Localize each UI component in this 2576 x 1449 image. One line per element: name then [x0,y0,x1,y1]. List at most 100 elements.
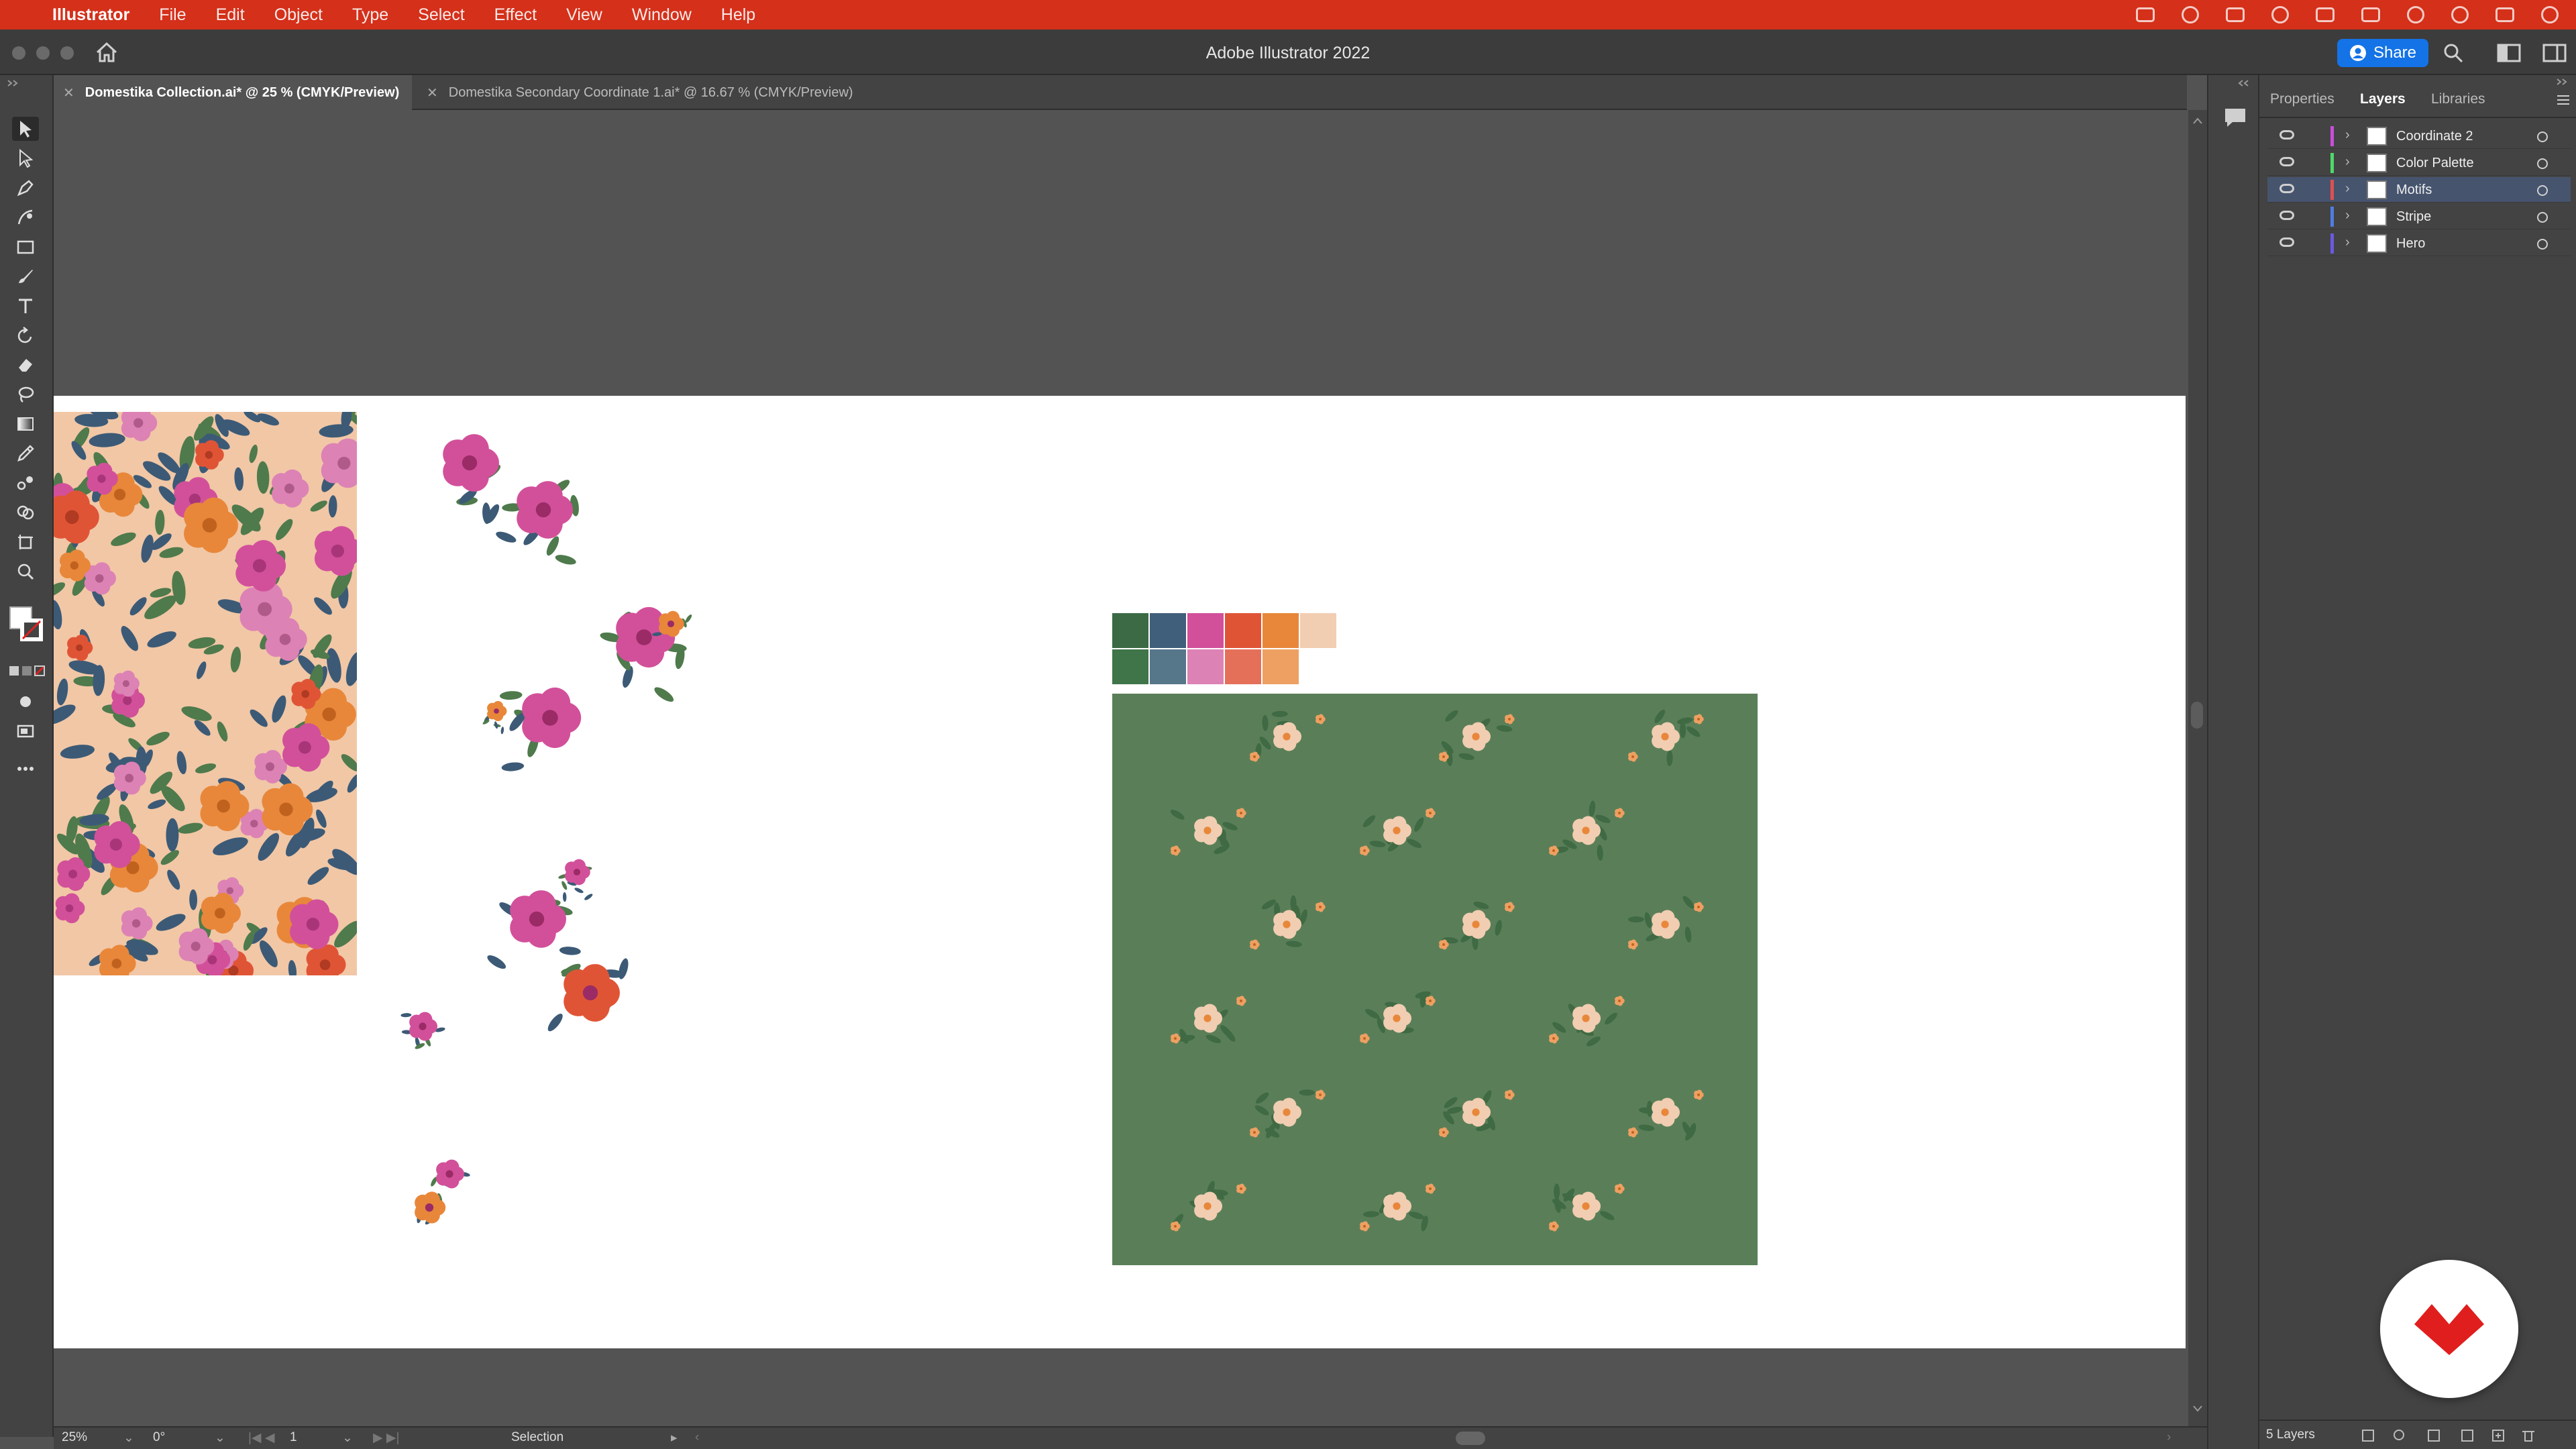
visibility-eye-icon[interactable] [2279,211,2294,220]
curvature-tool[interactable] [12,205,39,229]
color-mode-icons[interactable] [8,664,46,679]
shape-builder-tool[interactable] [12,500,39,525]
palette-swatch[interactable] [1187,649,1224,684]
menu-select[interactable]: Select [418,5,464,25]
visibility-eye-icon[interactable] [2279,130,2294,140]
scroll-right-icon[interactable]: › [2167,1430,2171,1445]
collapse-panel-icon[interactable] [2556,78,2569,86]
share-button[interactable]: Share [2337,39,2428,67]
palette-swatch[interactable] [1112,649,1148,684]
zoom-tool[interactable] [12,559,39,584]
palette-swatch[interactable] [1150,649,1186,684]
layer-target-icon[interactable] [2537,158,2548,169]
status-icon[interactable] [2271,6,2289,23]
lasso-tool[interactable] [12,382,39,407]
canvas[interactable] [54,110,2187,1426]
clock-icon[interactable] [2541,6,2559,23]
palette-swatch[interactable] [1187,613,1224,648]
artboard-tool[interactable] [12,530,39,554]
spotlight-icon[interactable] [2451,6,2469,23]
creative-cloud-icon[interactable] [2182,6,2199,23]
search-icon[interactable] [2442,42,2465,64]
collapse-icon[interactable] [7,79,20,87]
selection-tool[interactable] [12,117,39,141]
menu-window[interactable]: Window [632,5,692,25]
type-tool[interactable] [12,294,39,318]
palette-swatch[interactable] [1300,613,1336,648]
battery-icon[interactable] [2361,7,2380,22]
display-icon[interactable] [2226,7,2245,22]
scrollbar-thumb[interactable] [2191,702,2203,729]
wifi-icon[interactable] [2407,6,2424,23]
controller-icon[interactable] [2316,7,2334,22]
menu-help[interactable]: Help [721,5,755,25]
menu-type[interactable]: Type [352,5,388,25]
expand-chevron-icon[interactable]: › [2345,181,2350,197]
menu-edit[interactable]: Edit [216,5,245,25]
workspace-icon[interactable] [2542,43,2567,63]
layer-row[interactable]: › Hero [2267,231,2571,256]
palette-swatch[interactable] [1150,613,1186,648]
menu-app-name[interactable]: Illustrator [52,5,129,25]
layer-row[interactable]: › Coordinate 2 [2267,123,2571,149]
layer-target-icon[interactable] [2537,131,2548,142]
eraser-tool[interactable] [12,353,39,377]
layer-row[interactable]: › Color Palette [2267,150,2571,176]
panel-menu-icon[interactable] [2556,94,2571,106]
rectangle-tool[interactable] [12,235,39,259]
menu-view[interactable]: View [566,5,602,25]
layer-name[interactable]: Motifs [2396,182,2432,198]
palette-swatch[interactable] [1225,613,1261,648]
scroll-left-icon[interactable]: ‹ [695,1430,699,1445]
tab-domestika-collection[interactable]: ✕ Domestika Collection.ai* @ 25 % (CMYK/… [54,75,412,110]
visibility-eye-icon[interactable] [2279,184,2294,193]
eyedropper-tool[interactable] [12,441,39,466]
menu-effect[interactable]: Effect [494,5,537,25]
artboard-dropdown-icon[interactable]: ⌄ [342,1430,353,1446]
close-tab-icon[interactable]: ✕ [63,85,74,101]
pen-tool[interactable] [12,176,39,200]
layer-target-icon[interactable] [2537,212,2548,223]
palette-swatch[interactable] [1263,613,1299,648]
menu-file[interactable]: File [159,5,186,25]
first-artboard-icon[interactable]: |◀ ◀ [248,1430,274,1446]
collapse-icon[interactable] [2237,79,2250,87]
screen-mode-tool[interactable] [12,719,39,743]
layer-actions[interactable] [2361,1428,2563,1444]
palette-swatch[interactable] [1225,649,1261,684]
draw-mode-tool[interactable] [12,690,39,714]
screen-icon[interactable] [2136,7,2155,22]
palette-swatch[interactable] [1112,613,1148,648]
coordinate-pattern[interactable] [1112,694,1758,1265]
palette-swatch[interactable] [1263,649,1299,684]
layer-row[interactable]: › Motifs [2267,177,2571,203]
rotate-tool[interactable] [12,323,39,347]
rotate-dropdown-icon[interactable]: ⌄ [215,1430,225,1446]
scroll-up-icon[interactable] [2192,117,2203,125]
status-menu-icon[interactable]: ▸ [671,1430,678,1446]
edit-toolbar-button[interactable] [12,757,39,781]
layer-row[interactable]: › Stripe [2267,204,2571,229]
gradient-tool[interactable] [12,412,39,436]
blend-tool[interactable] [12,471,39,495]
horizontal-scrollbar-thumb[interactable] [1456,1432,1485,1445]
expand-chevron-icon[interactable]: › [2345,127,2350,143]
tab-secondary-coordinate[interactable]: ✕ Domestika Secondary Coordinate 1.ai* @… [417,75,941,110]
control-center-icon[interactable] [2496,7,2514,22]
scroll-down-icon[interactable] [2192,1405,2203,1413]
expand-chevron-icon[interactable]: › [2345,154,2350,170]
comments-icon[interactable] [2223,106,2247,129]
artboard-number-field[interactable]: 1 [290,1430,297,1445]
layer-name[interactable]: Coordinate 2 [2396,129,2473,144]
visibility-eye-icon[interactable] [2279,157,2294,166]
zoom-level-field[interactable]: 25% [62,1430,87,1445]
color-palette[interactable] [1112,613,1340,687]
rotate-view-field[interactable]: 0° [153,1430,165,1445]
paintbrush-tool[interactable] [12,264,39,288]
layer-name[interactable]: Hero [2396,236,2425,252]
tab-libraries[interactable]: Libraries [2431,91,2485,107]
artboard[interactable] [54,396,2186,1348]
visibility-eye-icon[interactable] [2279,237,2294,247]
fill-stroke-swatches[interactable] [8,602,47,649]
motifs-group[interactable] [295,396,765,1348]
